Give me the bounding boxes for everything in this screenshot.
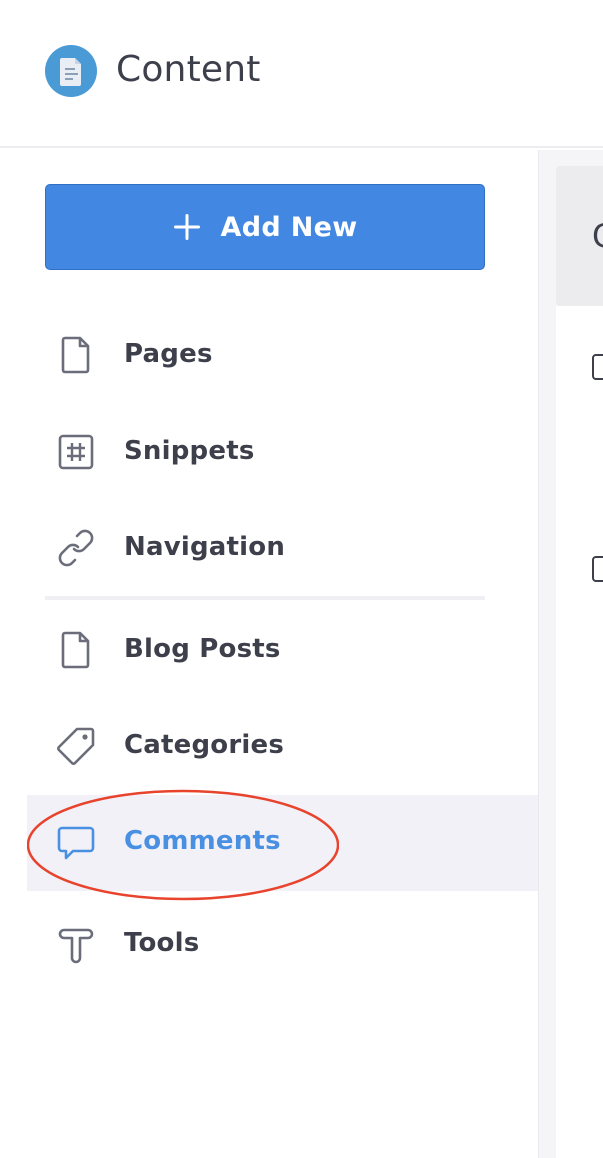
sidebar-item-label: Navigation	[124, 532, 286, 562]
sidebar-divider	[45, 596, 485, 600]
sidebar-item-label: Comments	[124, 826, 281, 856]
page-title: Content	[116, 49, 261, 90]
sidebar-item-label: Tools	[124, 928, 200, 958]
sidebar-item-label: Categories	[124, 730, 285, 760]
add-new-button[interactable]: Add New	[45, 184, 485, 270]
sidebar: Add New Pages Snippets Navigation Blog P…	[0, 150, 538, 1158]
hash-icon	[58, 434, 94, 470]
page-icon	[61, 631, 90, 669]
document-icon	[45, 45, 97, 97]
sidebar-item-label: Snippets	[124, 436, 255, 466]
sidebar-item-categories[interactable]: Categories	[27, 699, 538, 795]
sidebar-item-label: Pages	[124, 339, 213, 369]
comment-icon	[57, 826, 95, 860]
sidebar-item-label: Blog Posts	[124, 634, 281, 664]
content-header-text: C	[592, 216, 603, 256]
tool-icon	[58, 928, 94, 964]
content-header-card: C	[556, 166, 603, 306]
sidebar-item-snippets[interactable]: Snippets	[27, 405, 538, 501]
sidebar-item-navigation[interactable]: Navigation	[27, 501, 538, 597]
sidebar-item-pages[interactable]: Pages	[27, 308, 538, 404]
plus-icon	[173, 214, 200, 240]
main-content: C	[538, 150, 603, 1158]
app-header: Content	[0, 0, 603, 148]
row-checkbox[interactable]	[592, 354, 603, 380]
sidebar-item-blog-posts[interactable]: Blog Posts	[27, 603, 538, 699]
add-new-label: Add New	[220, 211, 358, 243]
tag-icon	[57, 727, 95, 765]
page-icon	[61, 336, 90, 374]
sidebar-item-comments[interactable]: Comments	[27, 795, 538, 891]
content-list	[556, 306, 603, 1158]
sidebar-item-tools[interactable]: Tools	[27, 897, 538, 993]
link-icon	[58, 529, 94, 567]
row-checkbox[interactable]	[592, 556, 603, 582]
